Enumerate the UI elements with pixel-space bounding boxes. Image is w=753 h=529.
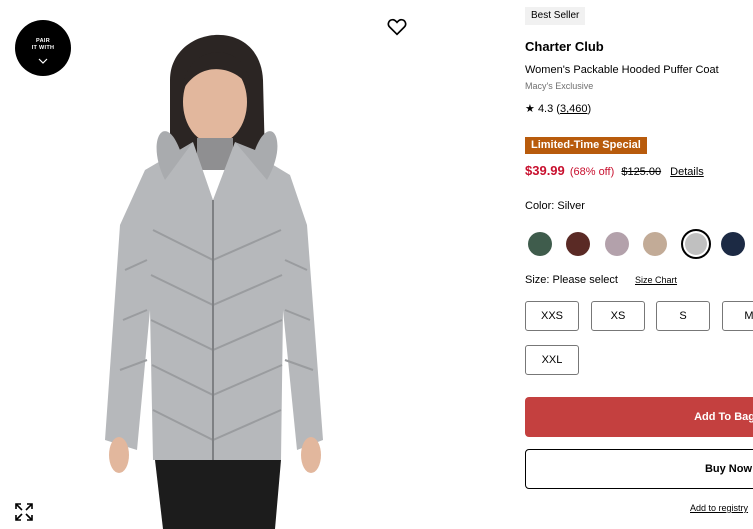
chevron-down-icon	[38, 58, 48, 64]
product-name: Women's Packable Hooded Puffer Coat	[525, 64, 719, 76]
pair-it-with-button[interactable]: PAIR IT WITH	[15, 20, 71, 76]
original-price: $125.00	[621, 166, 662, 178]
product-photo[interactable]	[85, 10, 365, 529]
color-label: Color: Silver	[525, 200, 585, 212]
details-link[interactable]: Details	[670, 166, 704, 178]
best-seller-badge: Best Seller	[525, 7, 586, 25]
exclusive-label: Macy's Exclusive	[525, 81, 594, 91]
color-swatch-taupe[interactable]	[643, 232, 667, 256]
sale-price: $39.99	[525, 163, 565, 178]
color-swatch-brown[interactable]	[566, 232, 590, 256]
review-count-link[interactable]: 3,460	[560, 103, 588, 115]
size-chart-link[interactable]: Size Chart	[635, 275, 677, 285]
brand-name[interactable]: Charter Club	[525, 39, 604, 54]
add-to-bag-button[interactable]: Add To Bag	[525, 397, 753, 437]
buy-now-button[interactable]: Buy Now	[525, 449, 753, 489]
pair-label: PAIR	[36, 38, 50, 44]
heart-icon[interactable]	[386, 16, 408, 38]
size-option-m[interactable]: M	[722, 301, 753, 331]
discount-label: (68% off)	[569, 166, 615, 178]
size-label-row: Size: Please select Size Chart	[525, 274, 677, 286]
size-option-xs[interactable]: XS	[591, 301, 645, 331]
it-with-label: IT WITH	[31, 45, 55, 51]
expand-icon[interactable]	[14, 502, 34, 522]
rating-paren-close: )	[587, 103, 592, 115]
size-option-xxl[interactable]: XXL	[525, 345, 579, 375]
rating[interactable]: ★ 4.3 (3,460)	[525, 102, 591, 115]
promo-badge: Limited-Time Special	[525, 137, 647, 154]
product-details-panel: Best Seller Charter Club Women's Packabl…	[525, 0, 753, 529]
size-label: Size: Please select	[525, 274, 618, 286]
price-row: $39.99 (68% off) $125.00 Details	[525, 163, 704, 178]
size-option-s[interactable]: S	[656, 301, 710, 331]
rating-value: 4.3	[537, 103, 554, 115]
color-swatch-green[interactable]	[528, 232, 552, 256]
color-swatch-mauve[interactable]	[605, 232, 629, 256]
color-swatches	[525, 229, 753, 259]
product-image-area: PAIR IT WITH	[0, 0, 510, 529]
star-icon: ★	[525, 103, 535, 115]
color-swatch-navy[interactable]	[721, 232, 745, 256]
size-option-xxs[interactable]: XXS	[525, 301, 579, 331]
color-swatch-silver[interactable]	[681, 229, 711, 259]
add-to-registry-link[interactable]: Add to registry	[690, 503, 748, 513]
